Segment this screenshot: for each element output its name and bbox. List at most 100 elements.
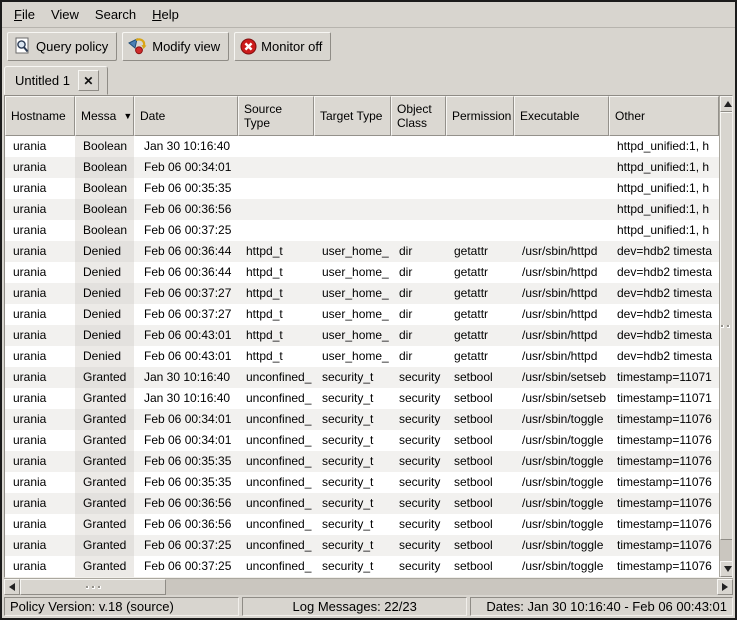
- cell-object-class: security: [391, 367, 446, 388]
- cell-target-type: user_home_: [314, 304, 391, 325]
- cell-executable: [514, 178, 609, 199]
- query-policy-button[interactable]: Query policy: [7, 32, 117, 61]
- cell-executable: /usr/sbin/httpd: [514, 325, 609, 346]
- cell-date: Feb 06 00:43:01: [134, 346, 238, 367]
- column-header-date[interactable]: Date: [134, 96, 238, 136]
- cell-other: timestamp=11076: [609, 556, 719, 577]
- cell-hostname: urania: [5, 325, 75, 346]
- table-row[interactable]: uraniaGrantedFeb 06 00:34:01unconfined_s…: [5, 409, 719, 430]
- cell-hostname: urania: [5, 346, 75, 367]
- cell-other: dev=hdb2 timesta: [609, 241, 719, 262]
- table-row[interactable]: uraniaGrantedFeb 06 00:34:01unconfined_s…: [5, 430, 719, 451]
- cell-hostname: urania: [5, 451, 75, 472]
- cell-executable: /usr/sbin/toggle: [514, 451, 609, 472]
- cell-date: Feb 06 00:37:25: [134, 220, 238, 241]
- cell-object-class: dir: [391, 304, 446, 325]
- cell-permission: setbool: [446, 493, 514, 514]
- table-row[interactable]: uraniaDeniedFeb 06 00:43:01httpd_tuser_h…: [5, 325, 719, 346]
- table-row[interactable]: uraniaDeniedFeb 06 00:37:27httpd_tuser_h…: [5, 283, 719, 304]
- column-header-executable[interactable]: Executable: [514, 96, 609, 136]
- table-row[interactable]: uraniaGrantedFeb 06 00:35:35unconfined_s…: [5, 451, 719, 472]
- cell-messa: Denied: [75, 283, 134, 304]
- cell-object-class: [391, 199, 446, 220]
- close-icon: ✕: [83, 75, 93, 87]
- cell-source-type: [238, 157, 314, 178]
- table-row[interactable]: uraniaDeniedFeb 06 00:37:27httpd_tuser_h…: [5, 304, 719, 325]
- cell-permission: getattr: [446, 346, 514, 367]
- modify-view-label: Modify view: [152, 39, 220, 54]
- table-row[interactable]: uraniaGrantedFeb 06 00:35:35unconfined_s…: [5, 472, 719, 493]
- column-header-messa[interactable]: Messa▼: [75, 96, 134, 136]
- horizontal-scrollbar-track[interactable]: [166, 579, 717, 595]
- cell-messa: Granted: [75, 388, 134, 409]
- cell-source-type: httpd_t: [238, 262, 314, 283]
- table-row[interactable]: uraniaBooleanFeb 06 00:34:01httpd_unifie…: [5, 157, 719, 178]
- table-row[interactable]: uraniaGrantedFeb 06 00:37:25unconfined_s…: [5, 556, 719, 577]
- vertical-scrollbar[interactable]: [719, 96, 733, 577]
- table-row[interactable]: uraniaGrantedJan 30 10:16:40unconfined_s…: [5, 367, 719, 388]
- column-header-other[interactable]: Other: [609, 96, 719, 136]
- cell-date: Jan 30 10:16:40: [134, 136, 238, 157]
- cell-messa: Boolean: [75, 220, 134, 241]
- cell-hostname: urania: [5, 472, 75, 493]
- scroll-down-button[interactable]: [720, 561, 733, 577]
- menu-file[interactable]: File: [6, 3, 43, 26]
- cell-object-class: [391, 178, 446, 199]
- scroll-left-button[interactable]: [4, 579, 20, 595]
- modify-view-icon: [128, 37, 148, 55]
- menu-view[interactable]: View: [43, 3, 87, 26]
- cell-date: Feb 06 00:37:25: [134, 556, 238, 577]
- cell-other: timestamp=11076: [609, 514, 719, 535]
- table-row[interactable]: uraniaGrantedFeb 06 00:37:25unconfined_s…: [5, 535, 719, 556]
- table-row[interactable]: uraniaBooleanJan 30 10:16:40httpd_unifie…: [5, 136, 719, 157]
- tab-close-button[interactable]: ✕: [78, 70, 99, 91]
- column-header-source-type[interactable]: Source Type: [238, 96, 314, 136]
- column-header-object-class[interactable]: Object Class: [391, 96, 446, 136]
- table-row[interactable]: uraniaBooleanFeb 06 00:35:35httpd_unifie…: [5, 178, 719, 199]
- cell-object-class: security: [391, 388, 446, 409]
- cell-date: Feb 06 00:36:56: [134, 514, 238, 535]
- horizontal-scrollbar-thumb[interactable]: [20, 579, 166, 595]
- cell-permission: setbool: [446, 367, 514, 388]
- horizontal-scrollbar[interactable]: [4, 578, 733, 595]
- tab-untitled-1[interactable]: Untitled 1 ✕: [4, 66, 108, 95]
- cell-date: Feb 06 00:34:01: [134, 157, 238, 178]
- table-row[interactable]: uraniaGrantedFeb 06 00:36:56unconfined_s…: [5, 514, 719, 535]
- cell-executable: /usr/sbin/toggle: [514, 514, 609, 535]
- scroll-up-button[interactable]: [720, 96, 733, 112]
- table-row[interactable]: uraniaDeniedFeb 06 00:43:01httpd_tuser_h…: [5, 346, 719, 367]
- table-row[interactable]: uraniaDeniedFeb 06 00:36:44httpd_tuser_h…: [5, 241, 719, 262]
- toolbar: Query policy Modify view Monitor off: [2, 28, 735, 64]
- cell-date: Feb 06 00:35:35: [134, 178, 238, 199]
- cell-source-type: [238, 199, 314, 220]
- cell-other: timestamp=11076: [609, 430, 719, 451]
- table-row[interactable]: uraniaBooleanFeb 06 00:36:56httpd_unifie…: [5, 199, 719, 220]
- cell-object-class: dir: [391, 262, 446, 283]
- cell-executable: /usr/sbin/toggle: [514, 493, 609, 514]
- query-policy-icon: [13, 37, 32, 55]
- cell-target-type: user_home_: [314, 241, 391, 262]
- table-row[interactable]: uraniaBooleanFeb 06 00:37:25httpd_unifie…: [5, 220, 719, 241]
- vertical-scrollbar-track[interactable]: [720, 540, 733, 561]
- arrow-down-icon: [724, 566, 732, 572]
- menu-help[interactable]: Help: [144, 3, 187, 26]
- modify-view-button[interactable]: Modify view: [122, 32, 229, 61]
- table-row[interactable]: uraniaDeniedFeb 06 00:36:44httpd_tuser_h…: [5, 262, 719, 283]
- cell-target-type: [314, 157, 391, 178]
- cell-object-class: [391, 136, 446, 157]
- table-row[interactable]: uraniaGrantedJan 30 10:16:40unconfined_s…: [5, 388, 719, 409]
- cell-source-type: [238, 136, 314, 157]
- cell-object-class: security: [391, 493, 446, 514]
- column-header-target-type[interactable]: Target Type: [314, 96, 391, 136]
- scroll-right-button[interactable]: [717, 579, 733, 595]
- monitor-off-button[interactable]: Monitor off: [234, 32, 331, 61]
- menu-search[interactable]: Search: [87, 3, 144, 26]
- cell-date: Jan 30 10:16:40: [134, 388, 238, 409]
- cell-source-type: [238, 220, 314, 241]
- arrow-up-icon: [724, 101, 732, 107]
- table-row[interactable]: uraniaGrantedFeb 06 00:36:56unconfined_s…: [5, 493, 719, 514]
- column-header-hostname[interactable]: Hostname: [5, 96, 75, 136]
- vertical-scrollbar-thumb[interactable]: [720, 112, 733, 540]
- column-header-permission[interactable]: Permission: [446, 96, 514, 136]
- cell-executable: [514, 199, 609, 220]
